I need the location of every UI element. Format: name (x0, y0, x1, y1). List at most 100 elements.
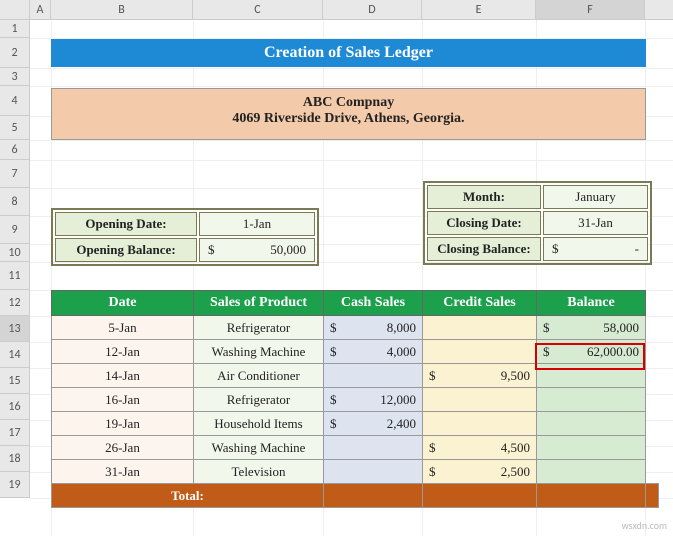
row-header-12[interactable]: 12 (0, 290, 29, 316)
row-header-4[interactable]: 4 (0, 86, 29, 116)
table-row: 12-JanWashing Machine$4,000 $62,000.00 (52, 340, 659, 364)
opening-date-value[interactable]: 1-Jan (199, 212, 315, 236)
col-header-C[interactable]: C (193, 0, 323, 19)
cell-cash[interactable]: $4,000 (324, 340, 423, 364)
cell-date[interactable]: 5-Jan (52, 316, 194, 340)
closing-date-value[interactable]: 31-Jan (543, 211, 648, 235)
closing-balance-label: Closing Balance: (427, 237, 541, 261)
cell-product[interactable]: Household Items (194, 412, 324, 436)
cell-cash[interactable]: $2,400 (324, 412, 423, 436)
cell-cash[interactable] (324, 460, 423, 484)
cell-product[interactable]: Refrigerator (194, 388, 324, 412)
ledger-table: Date Sales of Product Cash Sales Credit … (51, 290, 659, 508)
cell-date[interactable]: 19-Jan (52, 412, 194, 436)
cell-balance[interactable] (537, 460, 646, 484)
cell-product[interactable]: Washing Machine (194, 340, 324, 364)
company-band: ABC Compnay 4069 Riverside Drive, Athens… (51, 88, 646, 140)
col-header-D[interactable]: D (323, 0, 422, 19)
row-header-16[interactable]: 16 (0, 394, 29, 420)
closing-balance-value[interactable]: $- (543, 237, 648, 261)
cell-cash[interactable] (324, 364, 423, 388)
row-header-9[interactable]: 9 (0, 216, 29, 244)
table-row: 14-JanAir Conditioner $9,500 (52, 364, 659, 388)
row-header-11[interactable]: 11 (0, 262, 29, 290)
row-header-8[interactable]: 8 (0, 188, 29, 216)
cell-balance[interactable]: $58,000 (537, 316, 646, 340)
row-header-1[interactable]: 1 (0, 20, 29, 38)
cell-cash[interactable] (324, 436, 423, 460)
row-header-7[interactable]: 7 (0, 160, 29, 188)
month-value[interactable]: January (543, 185, 648, 209)
cell-product[interactable]: Television (194, 460, 324, 484)
opening-balance-value[interactable]: $50,000 (199, 238, 315, 262)
th-credit[interactable]: Credit Sales (423, 291, 537, 316)
currency-symbol: $ (552, 241, 559, 257)
watermark: wsxdn.com (622, 519, 667, 532)
th-date[interactable]: Date (52, 291, 194, 316)
cell-balance[interactable]: $62,000.00 (537, 340, 646, 364)
total-row: Total: (52, 484, 659, 508)
cell-date[interactable]: 16-Jan (52, 388, 194, 412)
row-header-14[interactable]: 14 (0, 342, 29, 368)
cell-date[interactable]: 26-Jan (52, 436, 194, 460)
cell-credit[interactable]: $2,500 (423, 460, 537, 484)
company-name: ABC Compnay (52, 95, 645, 111)
closing-box: Month: January Closing Date: 31-Jan Clos… (423, 181, 652, 265)
row-headers: 12345678910111213141516171819 (0, 20, 30, 498)
cell-balance[interactable] (537, 388, 646, 412)
cell-product[interactable]: Air Conditioner (194, 364, 324, 388)
total-cell[interactable] (324, 484, 423, 508)
opening-balance-num: 50,000 (270, 242, 306, 258)
col-header-A[interactable]: A (30, 0, 51, 19)
table-row: 31-JanTelevision $2,500 (52, 460, 659, 484)
closing-date-label: Closing Date: (427, 211, 541, 235)
cell-credit[interactable]: $9,500 (423, 364, 537, 388)
th-balance[interactable]: Balance (537, 291, 646, 316)
row-header-17[interactable]: 17 (0, 420, 29, 446)
row-header-2[interactable]: 2 (0, 38, 29, 68)
row-header-15[interactable]: 15 (0, 368, 29, 394)
worksheet-area: Creation of Sales Ledger ABC Compnay 406… (30, 20, 673, 536)
row-header-19[interactable]: 19 (0, 472, 29, 498)
month-label: Month: (427, 185, 541, 209)
total-cell[interactable] (423, 484, 537, 508)
cell-product[interactable]: Washing Machine (194, 436, 324, 460)
table-row: 5-JanRefrigerator$8,000 $58,000 (52, 316, 659, 340)
row-header-18[interactable]: 18 (0, 446, 29, 472)
cell-credit[interactable] (423, 316, 537, 340)
select-all-corner[interactable] (0, 0, 30, 20)
th-product[interactable]: Sales of Product (194, 291, 324, 316)
table-row: 19-JanHousehold Items$2,400 (52, 412, 659, 436)
row-header-10[interactable]: 10 (0, 244, 29, 262)
closing-balance-num: - (635, 241, 639, 257)
th-cash[interactable]: Cash Sales (324, 291, 423, 316)
cell-cash[interactable]: $12,000 (324, 388, 423, 412)
total-cell[interactable] (646, 484, 659, 508)
cell-date[interactable]: 12-Jan (52, 340, 194, 364)
col-header-E[interactable]: E (422, 0, 536, 19)
cell-credit[interactable] (423, 388, 537, 412)
cell-credit[interactable]: $4,500 (423, 436, 537, 460)
cell-date[interactable]: 31-Jan (52, 460, 194, 484)
opening-balance-label: Opening Balance: (55, 238, 197, 262)
row-header-13[interactable]: 13 (0, 316, 29, 342)
row-header-5[interactable]: 5 (0, 116, 29, 140)
cell-credit[interactable] (423, 412, 537, 436)
opening-box: Opening Date: 1-Jan Opening Balance: $50… (51, 208, 319, 266)
cell-date[interactable]: 14-Jan (52, 364, 194, 388)
table-header-row: Date Sales of Product Cash Sales Credit … (52, 291, 659, 316)
total-label: Total: (52, 484, 324, 508)
table-row: 26-JanWashing Machine $4,500 (52, 436, 659, 460)
total-cell[interactable] (537, 484, 646, 508)
row-header-6[interactable]: 6 (0, 140, 29, 160)
cell-balance[interactable] (537, 364, 646, 388)
column-headers: ABCDEF (30, 0, 673, 20)
row-header-3[interactable]: 3 (0, 68, 29, 86)
cell-credit[interactable] (423, 340, 537, 364)
col-header-B[interactable]: B (51, 0, 193, 19)
cell-balance[interactable] (537, 412, 646, 436)
cell-cash[interactable]: $8,000 (324, 316, 423, 340)
cell-product[interactable]: Refrigerator (194, 316, 324, 340)
cell-balance[interactable] (537, 436, 646, 460)
col-header-F[interactable]: F (536, 0, 645, 19)
